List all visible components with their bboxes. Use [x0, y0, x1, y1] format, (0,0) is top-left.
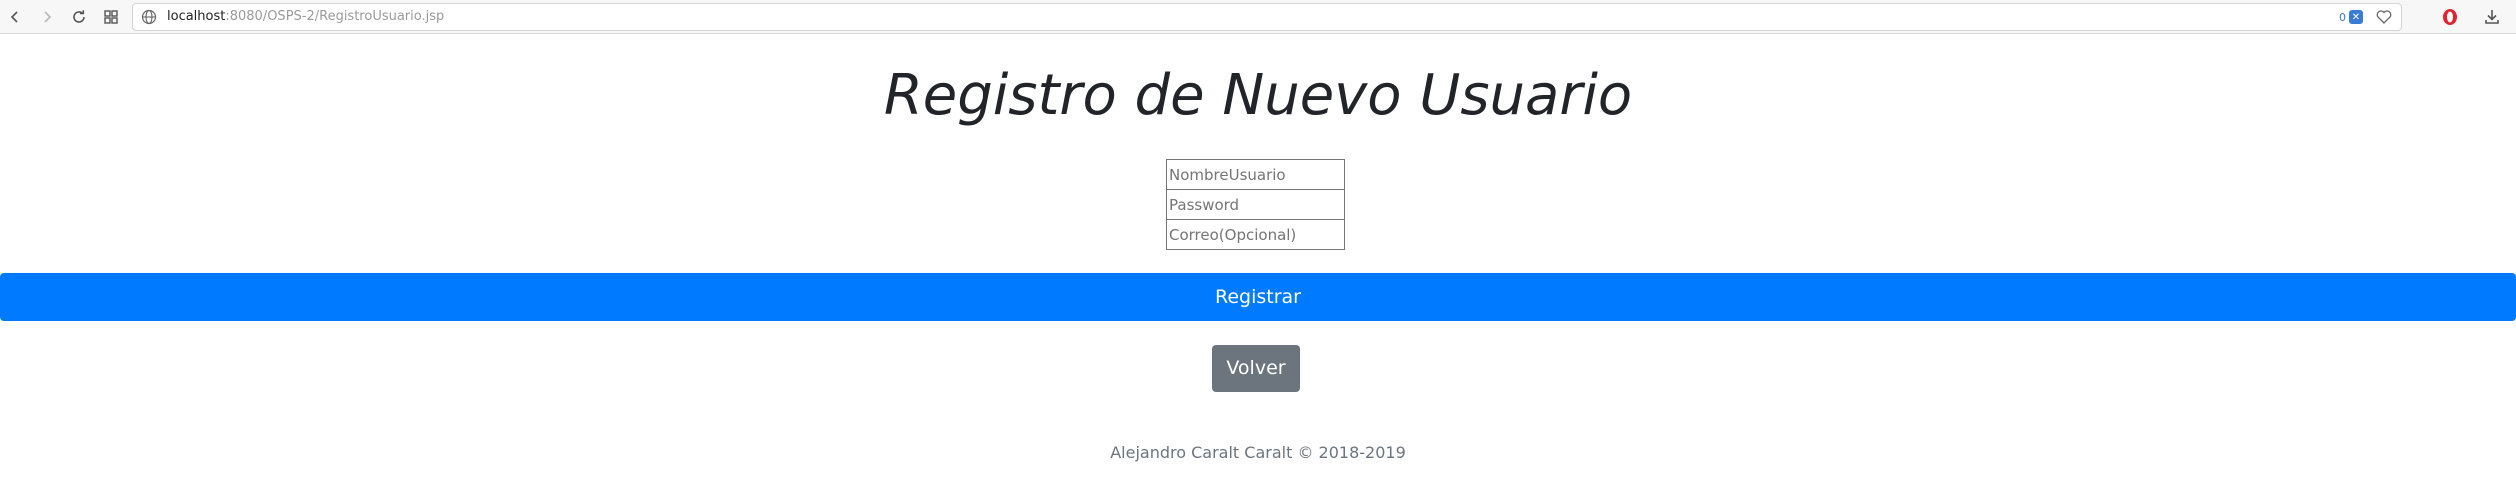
tracker-counter[interactable]: 0 ✕ [2339, 10, 2363, 24]
username-input[interactable] [1166, 159, 1345, 189]
tab-grid-icon[interactable] [98, 4, 124, 30]
registration-form [1166, 159, 1345, 250]
browser-toolbar: localhost:8080/OSPS-2/RegistroUsuario.js… [0, 0, 2516, 34]
register-button[interactable]: Registrar [0, 273, 2516, 321]
shield-icon: ✕ [2349, 10, 2363, 24]
email-input[interactable] [1166, 219, 1345, 250]
url-host: localhost [167, 9, 226, 24]
address-bar[interactable]: localhost:8080/OSPS-2/RegistroUsuario.js… [132, 3, 2402, 31]
url-text[interactable]: localhost:8080/OSPS-2/RegistroUsuario.js… [167, 9, 444, 25]
tracker-count: 0 [2339, 10, 2346, 24]
forward-arrow-icon[interactable] [34, 4, 60, 30]
password-input[interactable] [1166, 189, 1345, 219]
globe-icon [141, 9, 157, 25]
reload-icon[interactable] [66, 4, 92, 30]
back-arrow-icon[interactable] [2, 4, 28, 30]
footer-copyright: Alejandro Caralt Caralt © 2018-2019 [1110, 443, 1406, 462]
heart-icon[interactable] [2375, 8, 2393, 26]
url-path: :8080/OSPS-2/RegistroUsuario.jsp [225, 9, 445, 24]
download-icon[interactable] [2482, 7, 2502, 27]
page-title: Registro de Nuevo Usuario [883, 63, 1633, 128]
opera-logo-icon[interactable] [2440, 7, 2460, 27]
back-button[interactable]: Volver [1212, 345, 1300, 392]
